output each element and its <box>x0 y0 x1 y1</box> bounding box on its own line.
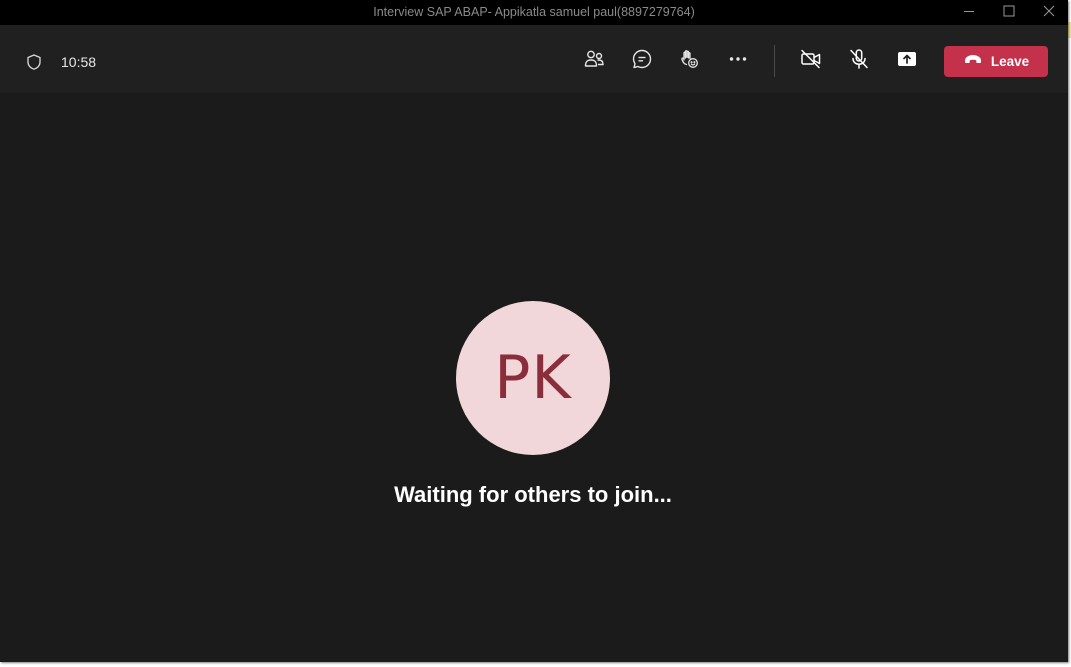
avatar: PK <box>456 301 610 455</box>
chat-icon <box>630 47 654 76</box>
more-icon <box>726 47 750 76</box>
mic-button[interactable] <box>843 45 875 77</box>
mic-off-icon <box>847 47 871 76</box>
maximize-icon <box>1003 4 1015 22</box>
shield-icon[interactable] <box>25 53 43 71</box>
title-bar: Interview SAP ABAP- Appikatla samuel pau… <box>0 0 1068 25</box>
leave-button[interactable]: Leave <box>944 46 1048 77</box>
chat-button[interactable] <box>626 45 658 77</box>
camera-button[interactable] <box>795 45 827 77</box>
more-actions-button[interactable] <box>722 45 754 77</box>
camera-off-icon <box>799 47 823 76</box>
waiting-status-text: Waiting for others to join... <box>394 482 672 507</box>
phone-hangup-icon <box>963 52 983 71</box>
meeting-toolbar: 10:58 Leave <box>0 25 1068 94</box>
window-title: Interview SAP ABAP- Appikatla samuel pau… <box>373 5 695 19</box>
meeting-timer: 10:58 <box>61 54 97 70</box>
close-button[interactable] <box>1026 0 1068 25</box>
minimize-icon <box>963 4 975 22</box>
close-icon <box>1043 4 1055 22</box>
share-screen-icon <box>895 47 919 76</box>
reactions-button[interactable] <box>673 45 705 77</box>
meeting-window: Interview SAP ABAP- Appikatla samuel pau… <box>0 0 1068 662</box>
leave-label: Leave <box>990 54 1030 69</box>
avatar-initials: PK <box>494 343 572 413</box>
share-button[interactable] <box>891 45 923 77</box>
toolbar-divider <box>774 45 775 77</box>
meeting-stage: PK Waiting for others to join... <box>0 94 1068 662</box>
participants-button[interactable] <box>578 45 610 77</box>
people-icon <box>582 47 606 76</box>
raise-hand-icon <box>677 47 701 76</box>
